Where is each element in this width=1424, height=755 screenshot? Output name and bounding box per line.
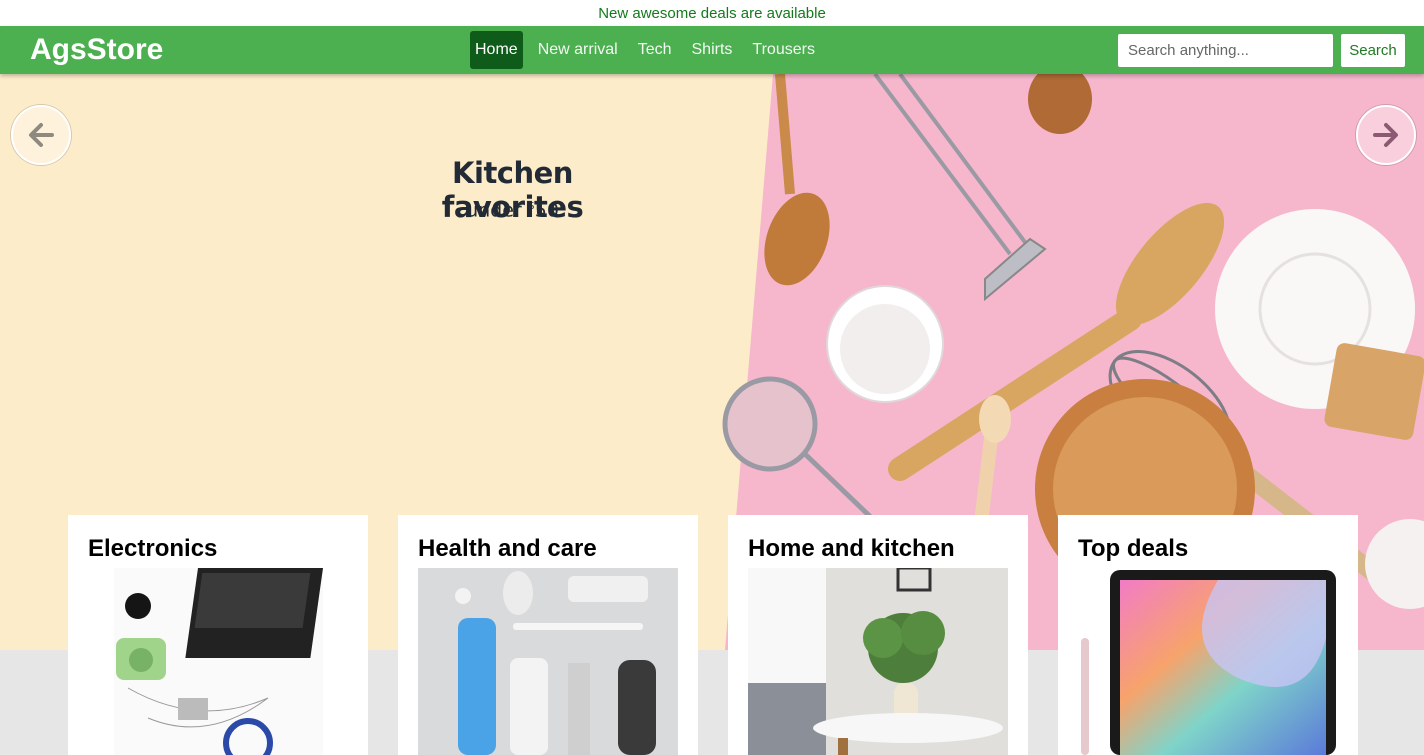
- carousel-next-button[interactable]: [1356, 105, 1416, 165]
- hero-subtitle: under $50: [390, 199, 635, 221]
- brand-logo[interactable]: AgsStore: [30, 33, 163, 67]
- nav-item-trousers[interactable]: Trousers: [742, 31, 825, 69]
- category-title: Top deals: [1078, 535, 1189, 562]
- arrow-right-icon: [1373, 123, 1398, 147]
- nav-item-home[interactable]: Home: [470, 31, 523, 69]
- nav-item-new-arrival[interactable]: New arrival: [528, 31, 628, 69]
- announcement-bar: New awesome deals are available: [0, 0, 1424, 26]
- category-card-health-care[interactable]: Health and care: [398, 515, 698, 755]
- nav-links: Home New arrival Tech Shirts Trousers: [470, 31, 825, 69]
- category-title: Electronics: [88, 535, 218, 562]
- arrow-left-icon: [29, 123, 54, 147]
- tablet-image: [1078, 568, 1338, 755]
- category-card-home-kitchen[interactable]: Home and kitchen: [728, 515, 1028, 755]
- category-card-top-deals[interactable]: Top deals: [1058, 515, 1358, 755]
- category-card-electronics[interactable]: Electronics: [68, 515, 368, 755]
- category-title: Health and care: [418, 535, 597, 562]
- home-kitchen-image: [748, 568, 1008, 755]
- search-button[interactable]: Search: [1341, 34, 1405, 67]
- hero-subtitle-prefix: under: [466, 199, 528, 222]
- hero-subtitle-amount: 50: [534, 199, 559, 222]
- nav-item-tech[interactable]: Tech: [628, 31, 682, 69]
- category-title: Home and kitchen: [748, 535, 955, 562]
- carousel-prev-button[interactable]: [11, 105, 71, 165]
- electronics-image: [88, 568, 348, 755]
- search-input[interactable]: [1118, 34, 1333, 67]
- announcement-text: New awesome deals are available: [598, 4, 826, 22]
- health-care-image: [418, 568, 678, 755]
- nav-item-shirts[interactable]: Shirts: [682, 31, 743, 69]
- navbar: AgsStore Home New arrival Tech Shirts Tr…: [0, 26, 1424, 74]
- hero-subtitle-currency: $: [527, 199, 535, 212]
